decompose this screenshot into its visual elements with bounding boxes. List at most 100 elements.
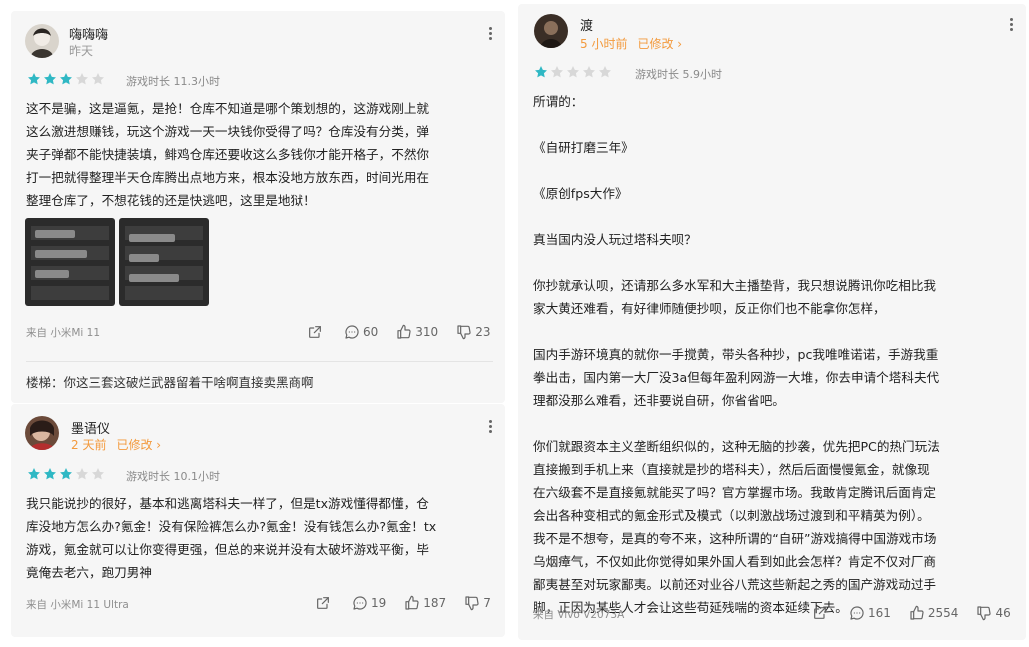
share-button[interactable] (307, 324, 326, 340)
share-button[interactable] (812, 605, 831, 621)
review-text-line: 打一把就得整理半天仓库腾出点地方来，根本没地方放东西，时间光用在 (26, 170, 429, 185)
star-icon (43, 72, 57, 86)
more-vertical-icon[interactable] (489, 420, 493, 434)
likes-count: 187 (423, 596, 447, 610)
star-icon (598, 65, 612, 79)
like-button[interactable]: 2554 (909, 605, 959, 621)
star-icon (91, 467, 105, 481)
screenshot-thumbnail[interactable] (25, 218, 115, 306)
review-text-line: 直接搬到手机上来（直接就是抄的塔科夫），然后后面慢慢氪金，就像现 (533, 462, 930, 477)
review-text-line: 鄙夷甚至对玩家鄙夷。以前还对业谷八荒这些新起之秀的国产游戏动过手 (533, 577, 936, 592)
comment-icon (849, 605, 868, 621)
review-text-line: 我只能说抄的很好，基本和逃离塔科夫一样了，但是tx游戏懂得都懂，仓 (26, 496, 429, 511)
share-icon (307, 324, 326, 340)
comment-button[interactable]: 19 (352, 595, 386, 611)
review-text-line (533, 159, 940, 182)
thumbs-up-icon (404, 595, 423, 611)
star-icon (550, 65, 564, 79)
action-bar: 60 310 23 (307, 324, 490, 340)
review-text-line: 竟俺去老六，跑刀男神 (26, 565, 152, 580)
review-text-line: 家大黄还难看，有好律师随便抄呗，反正你们也不能拿你怎样， (533, 301, 886, 316)
review-text-line: 这不是骗，这是逼氪，是抢！仓库不知道是哪个策划想的，这游戏刚上就 (26, 101, 429, 116)
dislike-button[interactable]: 46 (976, 605, 1011, 621)
avatar[interactable] (534, 14, 568, 48)
comment-icon (352, 595, 371, 611)
dislike-button[interactable]: 23 (456, 324, 490, 340)
star-icon (566, 65, 580, 79)
device-source: 来自 小米Mi 11 Ultra (26, 599, 129, 611)
star-icon (43, 467, 57, 481)
review-time: 2 天前 已修改 › (71, 438, 162, 452)
review-text-line: 你们就跟资本主义垄断组织似的，这种无脑的抄袭，优先把PC的热门玩法 (533, 439, 940, 454)
review-text-line: 《原创fps大作》 (533, 186, 628, 201)
likes-count: 2554 (927, 606, 959, 620)
star-icon (27, 72, 41, 86)
thumbs-down-icon (976, 605, 995, 621)
review-body: 所谓的： 《自研打磨三年》 《原创fps大作》真当国内没人玩过塔科夫呗？ 你抄就承认呗… (533, 90, 940, 619)
review-text-line: 《自研打磨三年》 (533, 140, 634, 155)
action-bar: 19 187 7 (315, 595, 491, 611)
review-text-line (533, 412, 940, 435)
screenshot-thumbnail[interactable] (119, 218, 209, 306)
edited-link[interactable]: 已修改 › (116, 438, 161, 452)
comment-button[interactable]: 60 (344, 324, 378, 340)
review-body: 我只能说抄的很好，基本和逃离塔科夫一样了，但是tx游戏懂得都懂，仓 库没地方怎么办… (26, 492, 436, 584)
likes-count: 310 (415, 325, 439, 339)
review-text-line: 所谓的： (533, 94, 584, 109)
comment-button[interactable]: 161 (849, 605, 891, 621)
comments-count: 60 (363, 325, 379, 339)
star-rating (27, 467, 105, 481)
review-text-line: 在六级套不是直接氪就能买了吗？官方掌握市场。我敢肯定腾讯后面肯定 (533, 485, 936, 500)
share-button[interactable] (315, 595, 334, 611)
star-icon (75, 467, 89, 481)
review-text-line (533, 205, 940, 228)
avatar[interactable] (25, 24, 59, 58)
thumbs-up-icon (909, 605, 928, 621)
thumbs-up-icon (396, 324, 415, 340)
review-text-line: 我不是不想夸，是真的夸不来，这种所谓的“自研”游戏搞得中国游戏市场 (533, 531, 937, 546)
more-vertical-icon[interactable] (1010, 18, 1014, 32)
device-source: 来自 小米Mi 11 (26, 327, 101, 339)
dislike-button[interactable]: 7 (464, 595, 491, 611)
review-text-line (533, 113, 940, 136)
like-button[interactable]: 310 (396, 324, 438, 340)
share-icon (812, 605, 831, 621)
more-vertical-icon[interactable] (489, 27, 493, 41)
review-text-line: 会出各种变相式的氪金形式及模式（以刺激战场过渡到和平精英为例）。 (533, 508, 930, 523)
review-text-line: 库没地方怎么办?氪金！没有保险裤怎么办?氪金！没有钱怎么办?氪金！tx (26, 519, 437, 534)
avatar[interactable] (25, 416, 59, 450)
dislikes-count: 7 (483, 596, 491, 610)
comments-count: 19 (371, 596, 387, 610)
star-rating (534, 65, 612, 79)
edited-link[interactable]: 已修改 › (637, 37, 682, 51)
review-text-line: 这么激进想赚钱，玩这个游戏一天一块钱你受得了吗？仓库没有分类，弹 (26, 124, 429, 139)
action-bar: 161 2554 46 (812, 605, 1011, 621)
review-card: 嗨嗨嗨 昨天 游戏时长 11.3小时 这不是骗，这是逼氪，是抢！仓库不知道是哪个… (11, 11, 505, 403)
username[interactable]: 渡 (580, 15, 593, 34)
review-card: 渡 5 小时前 已修改 › 游戏时长 5.9小时 所谓的： 《自研打磨三年》 《原创f… (518, 4, 1026, 640)
star-icon (59, 467, 73, 481)
username[interactable]: 嗨嗨嗨 (69, 24, 108, 43)
review-time: 5 小时前 已修改 › (580, 37, 683, 51)
review-text-line: 理都没那么难看，还非要说自研，你省省吧。 (533, 393, 785, 408)
star-icon (534, 65, 548, 79)
username[interactable]: 墨语仪 (71, 418, 110, 437)
share-icon (315, 595, 334, 611)
playtime: 游戏时长 5.9小时 (635, 68, 722, 81)
review-text-line: 你抄就承认呗，还请那么多水军和大主播垫背，我只想说腾讯你吃相比我 (533, 278, 936, 293)
like-button[interactable]: 187 (404, 595, 446, 611)
star-icon (75, 72, 89, 86)
review-text-line: 游戏，氪金就可以让你变得更强，但总的来说并没有太破坏游戏平衡，毕 (26, 542, 429, 557)
review-body: 这不是骗，这是逼氪，是抢！仓库不知道是哪个策划想的，这游戏刚上就 这么激进想赚钱，… (26, 97, 429, 212)
star-icon (59, 72, 73, 86)
reply-preview[interactable]: 楼梯：你这三套这破烂武器留着干啥啊直接卖黑商啊 (26, 372, 314, 391)
playtime: 游戏时长 10.1小时 (126, 470, 220, 483)
review-text-line: 国内手游环境真的就你一手搅黄，带头各种抄，pc我唯唯诺诺，手游我重 (533, 347, 939, 362)
review-text-line (533, 251, 940, 274)
playtime: 游戏时长 11.3小时 (126, 75, 220, 88)
star-icon (27, 467, 41, 481)
star-rating (27, 72, 105, 86)
comment-icon (344, 324, 363, 340)
review-text-line: 真当国内没人玩过塔科夫呗？ (533, 232, 697, 247)
star-icon (91, 72, 105, 86)
